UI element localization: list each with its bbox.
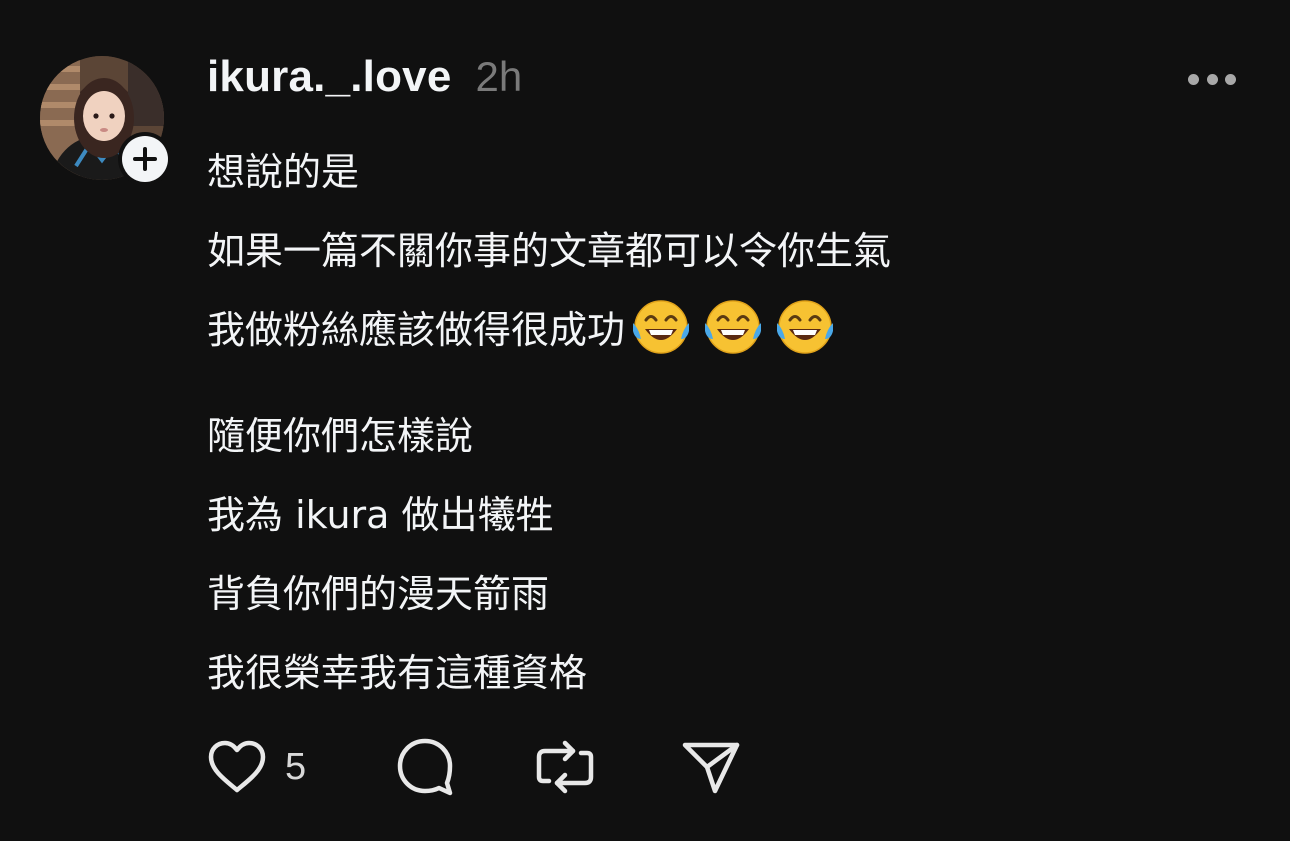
post-line-5: 我為 ikura 做出犧牲 bbox=[207, 493, 554, 537]
more-dot bbox=[1225, 73, 1236, 85]
comment-icon bbox=[397, 738, 453, 796]
post-card: ikura._.love 2h 想說的是 如果一篇不關你事的文章都可以令你生氣 … bbox=[0, 0, 1290, 841]
follow-button[interactable] bbox=[118, 132, 172, 186]
post-line-6: 背負你們的漫天箭雨 bbox=[207, 572, 550, 616]
author-username[interactable]: ikura._.love bbox=[207, 52, 452, 102]
avatar-container[interactable] bbox=[40, 56, 172, 186]
post-line-1: 想說的是 bbox=[207, 150, 360, 194]
post-line-3: 我做粉絲應該做得很成功 bbox=[207, 291, 1247, 370]
like-count: 5 bbox=[285, 745, 307, 788]
post-text: 想說的是 如果一篇不關你事的文章都可以令你生氣 我做粉絲應該做得很成功 隨便你們… bbox=[207, 133, 1247, 713]
more-dot bbox=[1206, 73, 1218, 85]
heart-icon bbox=[208, 740, 266, 793]
emoji-group bbox=[629, 295, 845, 359]
tears-of-joy-emoji-icon bbox=[705, 299, 762, 354]
plus-icon bbox=[122, 136, 168, 182]
tears-of-joy-emoji-icon bbox=[633, 299, 690, 354]
post-line-3-text: 我做粉絲應該做得很成功 bbox=[207, 308, 626, 352]
repost-button[interactable] bbox=[535, 737, 681, 797]
post-header: ikura._.love 2h bbox=[207, 52, 522, 110]
more-horizontal-icon[interactable] bbox=[1188, 70, 1236, 88]
like-button[interactable]: 5 bbox=[207, 739, 395, 795]
post-line-2: 如果一篇不關你事的文章都可以令你生氣 bbox=[207, 229, 892, 273]
share-button[interactable] bbox=[681, 737, 741, 797]
tears-of-joy-emoji-icon bbox=[777, 299, 834, 354]
more-dot bbox=[1188, 73, 1199, 85]
send-icon bbox=[682, 742, 740, 794]
comment-button[interactable] bbox=[395, 737, 535, 797]
post-line-4: 隨便你們怎樣說 bbox=[207, 414, 474, 458]
post-line-7: 我很榮幸我有這種資格 bbox=[207, 651, 588, 695]
post-timestamp[interactable]: 2h bbox=[476, 53, 523, 101]
action-bar: 5 bbox=[207, 735, 741, 799]
repost-icon bbox=[536, 740, 594, 794]
